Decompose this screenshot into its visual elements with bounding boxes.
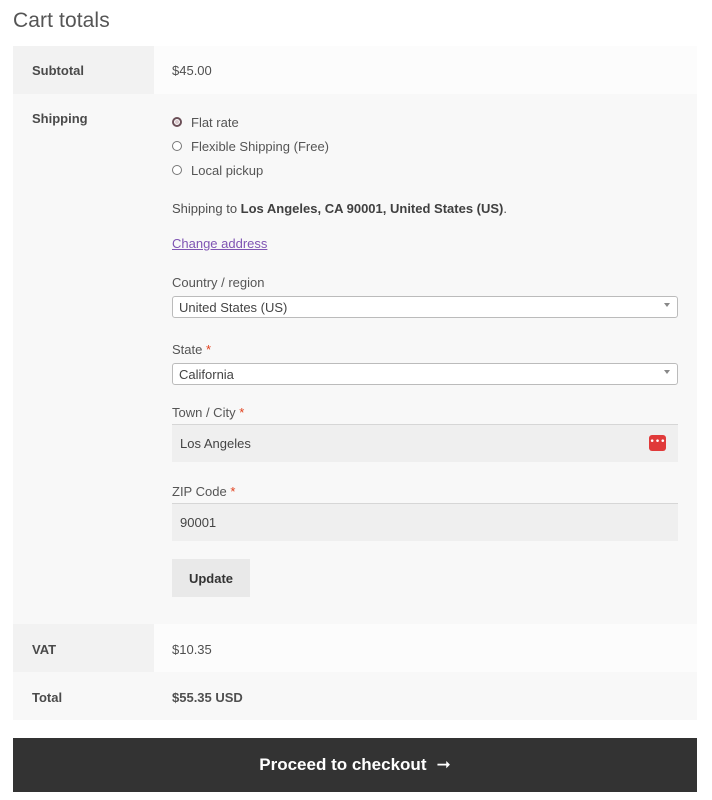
state-label-text: State [172, 342, 203, 357]
checkout-button-label: Proceed to checkout [259, 755, 427, 774]
total-value: $55.35 USD [154, 672, 697, 720]
shipping-options: Flat rate Flexible Shipping (Free) Local… [154, 94, 697, 624]
shipping-method-flexible-free[interactable]: Flexible Shipping (Free) [172, 134, 697, 158]
proceed-to-checkout-button[interactable]: Proceed to checkout ➞ [13, 738, 697, 792]
zip-input[interactable]: 90001 [172, 503, 678, 541]
shipping-label: Shipping [13, 94, 154, 624]
country-select[interactable]: United States (US) [172, 296, 678, 318]
state-select[interactable]: California [172, 363, 678, 385]
radio-local-pickup[interactable] [172, 165, 182, 175]
shipping-method-local-pickup[interactable]: Local pickup [172, 158, 697, 182]
cart-totals-heading: Cart totals [13, 9, 110, 32]
subtotal-label: Subtotal [13, 46, 154, 94]
shipping-methods-list: Flat rate Flexible Shipping (Free) Local… [172, 110, 697, 182]
update-button[interactable]: Update [172, 559, 250, 597]
city-input-value: Los Angeles [180, 436, 251, 451]
total-row: Total $55.35 USD [13, 672, 697, 720]
total-label: Total [13, 672, 154, 720]
shipping-method-flat-rate[interactable]: Flat rate [172, 110, 697, 134]
state-label: State * [172, 342, 697, 357]
chevron-down-icon [664, 303, 670, 307]
shipping-row: Shipping Flat rate Flexible Shipping (Fr… [13, 94, 697, 624]
state-selected-value: California [179, 366, 234, 382]
zip-label-text: ZIP Code [172, 484, 227, 499]
shipping-method-label: Local pickup [191, 162, 264, 178]
shipping-destination: Shipping to Los Angeles, CA 90001, Unite… [172, 201, 697, 216]
shipping-destination-suffix: . [503, 201, 508, 216]
subtotal-value: $45.00 [154, 46, 697, 94]
chevron-down-icon [664, 370, 670, 374]
change-address-link[interactable]: Change address [172, 236, 267, 251]
country-label: Country / region [172, 275, 697, 290]
country-label-text: Country / region [172, 275, 265, 290]
password-manager-icon[interactable]: ••• [649, 435, 666, 451]
subtotal-row: Subtotal $45.00 [13, 46, 697, 94]
shipping-destination-prefix: Shipping to [172, 201, 241, 216]
required-asterisk: * [205, 342, 212, 357]
arrow-right-icon: ➞ [436, 755, 451, 775]
vat-label: VAT [13, 624, 154, 672]
required-asterisk: * [230, 484, 236, 499]
vat-row: VAT $10.35 [13, 624, 697, 672]
city-input[interactable]: Los Angeles ••• [172, 424, 678, 462]
radio-flat-rate[interactable] [172, 117, 182, 127]
shipping-destination-address: Los Angeles, CA 90001, United States (US… [240, 201, 504, 216]
shipping-method-label: Flexible Shipping (Free) [191, 138, 330, 154]
country-selected-value: United States (US) [179, 299, 288, 315]
required-asterisk: * [239, 405, 245, 420]
radio-flexible-shipping[interactable] [172, 141, 182, 151]
zip-label: ZIP Code * [172, 484, 697, 499]
vat-value: $10.35 [154, 624, 697, 672]
city-label: Town / City * [172, 405, 697, 420]
shipping-method-label: Flat rate [191, 114, 239, 130]
cart-totals-table: Subtotal $45.00 Shipping Flat rate Flexi… [13, 46, 697, 720]
zip-input-value: 90001 [180, 515, 217, 530]
city-label-text: Town / City [172, 405, 236, 420]
